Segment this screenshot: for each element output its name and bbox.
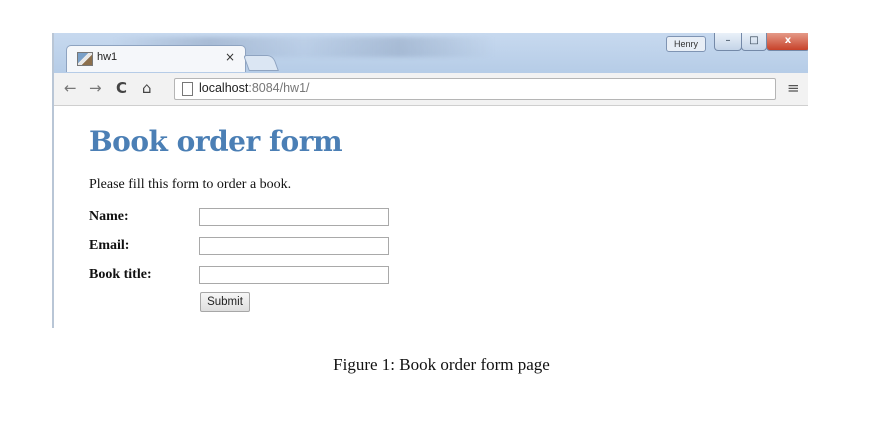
maximize-button[interactable]: □ [741,33,767,51]
favicon-icon [77,52,93,66]
menu-icon[interactable]: ≡ [787,79,800,97]
book-title-label: Book title: [89,267,152,282]
address-bar[interactable]: localhost:8084/hw1/ [174,78,776,100]
tab-title: hw1 [97,51,118,63]
url-path: :8084/hw1/ [248,81,310,95]
close-window-button[interactable]: x [766,33,808,51]
forward-arrow-icon[interactable]: → [89,79,102,97]
submit-button[interactable]: Submit [200,292,250,312]
browser-toolbar: ← → C ⌂ localhost:8084/hw1/ ≡ [54,73,808,106]
browser-tab[interactable]: hw1 × [66,45,246,72]
figure-caption: Figure 1: Book order form page [333,355,550,374]
page-title: Book order form [89,125,343,158]
minimize-button[interactable]: – [714,33,742,51]
url-host: localhost [199,81,249,95]
page-content: Book order form Please fill this form to… [54,106,808,328]
user-profile-badge[interactable]: Henry [666,36,706,52]
tab-close-icon[interactable]: × [225,50,235,64]
home-icon[interactable]: ⌂ [142,79,152,97]
page-icon [182,82,193,96]
email-label: Email: [89,238,130,253]
name-label: Name: [89,209,129,224]
intro-text: Please fill this form to order a book. [89,177,292,192]
back-arrow-icon[interactable]: ← [64,79,77,97]
browser-window: hw1 × Henry – □ x ← → C ⌂ localhost:8084… [54,33,808,328]
book-title-input[interactable] [199,266,389,284]
email-input[interactable] [199,237,389,255]
reload-icon[interactable]: C [116,79,127,97]
new-tab-button[interactable] [243,55,279,71]
url-text: localhost:8084/hw1/ [199,81,310,95]
title-bar: hw1 × Henry – □ x [54,33,808,77]
name-input[interactable] [199,208,389,226]
